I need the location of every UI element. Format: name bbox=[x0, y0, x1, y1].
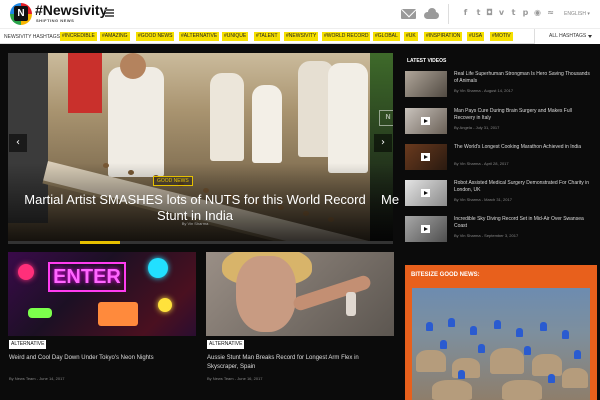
sidebar-video-item[interactable]: Robot Assisted Medical Surgery Demonstra… bbox=[405, 180, 595, 208]
menu-icon[interactable] bbox=[105, 9, 114, 17]
sidebar-video-item[interactable]: The World's Longest Cooking Marathon Ach… bbox=[405, 144, 595, 172]
bitesize-good-news-panel: BITESIZE GOOD NEWS: bbox=[405, 265, 597, 400]
video-meta: By Vin Sharma - April 28, 2017 bbox=[454, 161, 509, 166]
pinterest-icon[interactable]: p bbox=[521, 8, 530, 17]
rss-icon[interactable]: ≈ bbox=[546, 8, 555, 17]
hashtag-link[interactable]: #GOOD NEWS bbox=[136, 32, 175, 41]
reddit-icon[interactable]: ◉ bbox=[533, 8, 542, 17]
play-icon[interactable] bbox=[421, 117, 430, 125]
logo-watermark: N bbox=[379, 110, 393, 126]
hashtag-link[interactable]: #GLOBAL bbox=[373, 32, 400, 41]
instagram-icon[interactable]: ◘ bbox=[485, 8, 494, 17]
play-icon[interactable] bbox=[421, 153, 430, 161]
cloud-upload-icon[interactable] bbox=[424, 8, 439, 20]
article-title[interactable]: Weird and Cool Day Down Under Tokyo's Ne… bbox=[9, 354, 189, 363]
video-thumbnail[interactable] bbox=[405, 144, 447, 170]
bitesize-image[interactable] bbox=[412, 288, 590, 400]
sidebar-video-item[interactable]: Real Life Superhuman Strongman Is Hero S… bbox=[405, 71, 595, 99]
sidebar-video-item[interactable]: Incredible Sky Diving Record Set in Mid-… bbox=[405, 216, 595, 244]
neon-sign: ENTER bbox=[48, 262, 126, 292]
next-slide-button[interactable]: › bbox=[374, 134, 392, 152]
page: N #Newsivity SHIFTING NEWS f t ◘ v t p ◉… bbox=[0, 0, 600, 400]
video-title[interactable]: Real Life Superhuman Strongman Is Hero S… bbox=[454, 71, 594, 85]
twitter-icon[interactable]: t bbox=[474, 8, 483, 17]
video-title[interactable]: Man Pays Cure During Brain Surgery and M… bbox=[454, 108, 594, 122]
vk-icon[interactable]: v bbox=[497, 8, 506, 17]
hashtag-link[interactable]: #UNIQUE bbox=[222, 32, 249, 41]
site-logo[interactable]: N bbox=[10, 3, 32, 25]
hero-byline: By Vin Sharma bbox=[181, 221, 209, 226]
video-title[interactable]: Robot Assisted Medical Surgery Demonstra… bbox=[454, 180, 594, 194]
hashtag-link[interactable]: #MOTIV bbox=[490, 32, 513, 41]
video-thumbnail[interactable] bbox=[405, 216, 447, 242]
article-title[interactable]: Aussie Stunt Man Breaks Record for Longe… bbox=[207, 354, 387, 372]
hashtag-link[interactable]: #WORLD RECORD bbox=[322, 32, 371, 41]
video-meta: By Vin Sharma - March 31, 2017 bbox=[454, 197, 512, 202]
hashtag-bar: NEWSIVITY HASHTAGS: #INCREDIBLE #AMAZING… bbox=[0, 28, 600, 44]
brand-name[interactable]: #Newsivity bbox=[35, 2, 107, 18]
play-icon[interactable] bbox=[421, 189, 430, 197]
facebook-icon[interactable]: f bbox=[461, 8, 470, 17]
category-badge[interactable]: GOOD NEWS bbox=[153, 176, 193, 186]
hashtag-link[interactable]: #TALENT bbox=[254, 32, 280, 41]
play-icon[interactable] bbox=[421, 225, 430, 233]
all-hashtags-dropdown[interactable]: ALL HASHTAGS bbox=[534, 29, 600, 44]
site-header: N #Newsivity SHIFTING NEWS f t ◘ v t p ◉… bbox=[0, 0, 600, 28]
slider-progress-active bbox=[80, 241, 120, 244]
hashtag-link[interactable]: #UK bbox=[404, 32, 418, 41]
video-title[interactable]: The World's Longest Cooking Marathon Ach… bbox=[454, 144, 594, 151]
hashtag-bar-label: NEWSIVITY HASHTAGS: bbox=[4, 34, 62, 40]
language-label: ENGLISH bbox=[564, 11, 586, 17]
next-slide-title[interactable]: Me bbox=[381, 192, 399, 208]
video-meta: By Vin Sharma - August 14, 2017 bbox=[454, 88, 514, 93]
header-divider bbox=[448, 4, 449, 24]
hashtag-link[interactable]: #INSPIRATION bbox=[424, 32, 463, 41]
category-badge[interactable]: ALTERNATIVE bbox=[9, 340, 47, 349]
hashtag-link[interactable]: #USA bbox=[467, 32, 485, 41]
article-meta: By News Team - June 14, 2017 bbox=[9, 376, 65, 381]
video-title[interactable]: Incredible Sky Diving Record Set in Mid-… bbox=[454, 216, 594, 230]
video-meta: By Vin Sharma - September 3, 2017 bbox=[454, 233, 519, 238]
hashtag-link[interactable]: #NEWSIVITY bbox=[284, 32, 319, 41]
category-badge[interactable]: ALTERNATIVE bbox=[207, 340, 245, 349]
article-thumbnail[interactable]: ENTER bbox=[8, 252, 196, 336]
slider-progress bbox=[8, 241, 393, 244]
logo-letter: N bbox=[14, 6, 28, 21]
hashtag-link[interactable]: #INCREDIBLE bbox=[60, 32, 97, 41]
article-meta: By News Team - June 16, 2017 bbox=[207, 376, 263, 381]
video-thumbnail[interactable] bbox=[405, 180, 447, 206]
hero-title[interactable]: Martial Artist SMASHES lots of NUTS for … bbox=[10, 192, 380, 224]
sidebar-heading: LATEST VIDEOS bbox=[407, 58, 447, 64]
video-thumbnail[interactable] bbox=[405, 71, 447, 97]
hashtag-link[interactable]: #AMAZING bbox=[100, 32, 130, 41]
sidebar-video-item[interactable]: Man Pays Cure During Brain Surgery and M… bbox=[405, 108, 595, 136]
video-thumbnail[interactable] bbox=[405, 108, 447, 134]
brand-tagline: SHIFTING NEWS bbox=[36, 18, 75, 23]
mail-icon[interactable] bbox=[401, 9, 416, 19]
prev-slide-button[interactable]: ‹ bbox=[9, 134, 27, 152]
all-hashtags-label: ALL HASHTAGS bbox=[549, 33, 587, 39]
article-thumbnail[interactable] bbox=[206, 252, 394, 336]
hashtag-link[interactable]: #ALTERNATIVE bbox=[179, 32, 220, 41]
tumblr-icon[interactable]: t bbox=[509, 8, 518, 17]
bitesize-heading: BITESIZE GOOD NEWS: bbox=[411, 272, 480, 278]
video-meta: By Angela - July 31, 2017 bbox=[454, 125, 500, 130]
language-selector[interactable]: ENGLISH ▾ bbox=[564, 9, 590, 19]
